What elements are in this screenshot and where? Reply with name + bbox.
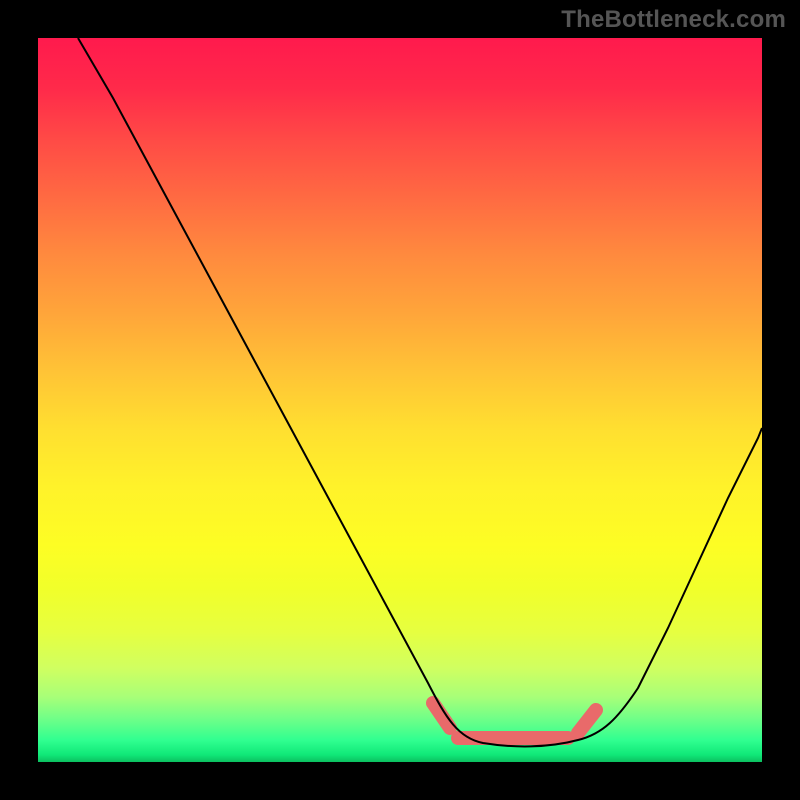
chart-frame: TheBottleneck.com <box>0 0 800 800</box>
curve-svg <box>38 38 762 762</box>
bottleneck-curve-line <box>78 38 762 746</box>
accent-right-dash <box>578 710 596 733</box>
watermark-text: TheBottleneck.com <box>561 6 786 34</box>
plot-area <box>38 38 762 762</box>
